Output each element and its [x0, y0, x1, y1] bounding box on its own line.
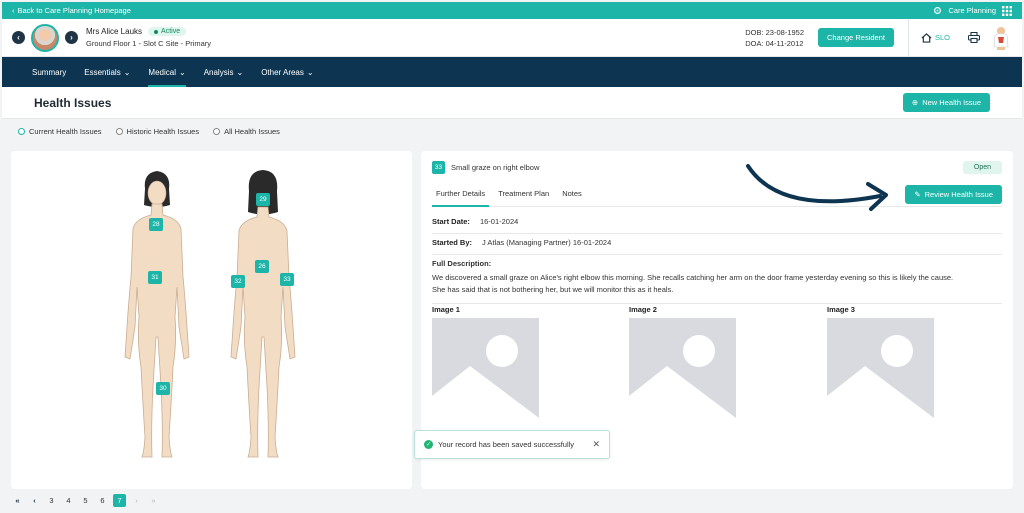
body-marker-31[interactable]: 31 [148, 271, 162, 284]
page-6[interactable]: 6 [96, 494, 109, 507]
last-page-icon[interactable]: » [147, 494, 160, 507]
check-circle-icon: ✓ [424, 440, 433, 449]
change-resident-button[interactable]: Change Resident [818, 28, 894, 47]
app-label: Care Planning [948, 6, 996, 15]
print-icon[interactable] [968, 32, 980, 43]
body-map-panel: 28 31 30 29 26 32 33 [11, 151, 412, 489]
started-by-row: Started By: J Atlas (Managing Partner) 16… [432, 238, 1002, 255]
status-badge: Active [148, 27, 187, 36]
toast-message: Your record has been saved successfully [438, 440, 575, 449]
avatar [31, 23, 59, 52]
chevron-left-icon: ‹ [12, 6, 15, 15]
page-header: Health Issues ⊕ New Health Issue [2, 87, 1022, 119]
nav-analysis[interactable]: Analysis ⌄ [204, 57, 244, 87]
page-5[interactable]: 5 [79, 494, 92, 507]
tab-treatment-plan[interactable]: Treatment Plan [494, 187, 553, 206]
pagination: « ‹ 3 4 5 6 7 › » [11, 494, 160, 507]
main-nav: Summary Essentials ⌄ Medical ⌄ Analysis ⌄ O… [2, 57, 1022, 87]
first-page-icon[interactable]: « [11, 494, 24, 507]
body-marker-30[interactable]: 30 [156, 382, 170, 395]
page-title: Health Issues [34, 95, 112, 110]
chevron-down-icon: ⌄ [306, 67, 314, 77]
body-marker-26[interactable]: 26 [255, 260, 269, 273]
nav-summary[interactable]: Summary [32, 57, 66, 87]
divider [907, 18, 909, 57]
resident-header: ‹ › Mrs Alice Lauks Active Ground Floor … [2, 18, 1022, 57]
image-placeholder-icon[interactable] [827, 318, 934, 425]
prev-page-icon[interactable]: ‹ [28, 494, 41, 507]
prev-resident-button[interactable]: ‹ [12, 31, 25, 44]
resident-name: Mrs Alice Lauks [86, 27, 143, 36]
chevron-down-icon: ⌄ [178, 67, 186, 77]
start-date-row: Start Date: 16-01-2024 [432, 217, 1002, 234]
page-3[interactable]: 3 [45, 494, 58, 507]
grid-menu-icon[interactable] [1002, 5, 1012, 16]
page-4[interactable]: 4 [62, 494, 75, 507]
success-toast: ✓ Your record has been saved successfull… [414, 430, 610, 459]
image-placeholder-icon[interactable] [629, 318, 736, 425]
page-7[interactable]: 7 [113, 494, 126, 507]
filter-radios: Current Health Issues Historic Health Is… [18, 127, 280, 136]
next-page-icon[interactable]: › [130, 494, 143, 507]
image-placeholder-icon[interactable] [432, 318, 539, 425]
new-health-issue-button[interactable]: ⊕ New Health Issue [902, 93, 990, 112]
status-badge: Open [962, 161, 1002, 174]
resident-location: Ground Floor 1 - Slot C Site - Primary [86, 39, 212, 48]
review-health-issue-button[interactable]: ✎ Review Health Issue [905, 185, 1002, 204]
body-marker-32[interactable]: 32 [231, 275, 245, 288]
image-1-label: Image 1 [432, 305, 460, 314]
next-resident-button[interactable]: › [65, 31, 78, 44]
radio-current[interactable]: Current Health Issues [18, 127, 102, 136]
start-date-value: 16-01-2024 [479, 217, 519, 226]
slo-link[interactable]: SLO [921, 32, 950, 43]
radio-historic[interactable]: Historic Health Issues [115, 127, 199, 136]
nav-other-areas[interactable]: Other Areas ⌄ [261, 57, 313, 87]
doa-text: DOA: 04-11-2012 [745, 38, 804, 48]
issue-number-badge: 33 [432, 161, 445, 174]
image-3-label: Image 3 [827, 305, 855, 314]
chevron-down-icon: ⌄ [236, 67, 244, 77]
pencil-icon: ✎ [914, 190, 921, 199]
started-by-value: J Atlas (Managing Partner) 16-01-2024 [482, 238, 612, 247]
image-2-label: Image 2 [629, 305, 657, 314]
issue-title: Small graze on right elbow [451, 163, 540, 172]
carer-illustration-icon [993, 26, 1009, 50]
body-marker-29[interactable]: 29 [256, 193, 270, 206]
nav-medical[interactable]: Medical ⌄ [148, 57, 186, 87]
radio-all[interactable]: All Health Issues [213, 127, 280, 136]
body-front-figure [124, 171, 190, 458]
close-icon[interactable]: ✕ [592, 439, 600, 450]
tab-notes[interactable]: Notes [558, 187, 586, 206]
home-icon [921, 32, 932, 43]
back-link[interactable]: ‹ Back to Care Planning Homepage [12, 6, 131, 15]
body-back-figure [230, 170, 296, 458]
tab-further-details[interactable]: Further Details [432, 187, 490, 207]
top-bar: ‹ Back to Care Planning Homepage Care Pl… [2, 2, 1022, 19]
body-marker-28[interactable]: 28 [149, 218, 163, 231]
gear-icon[interactable] [933, 6, 942, 15]
dob-text: DOB: 23-08-1952 [745, 27, 805, 37]
annotation-arrow-icon [746, 164, 888, 211]
plus-circle-icon: ⊕ [911, 98, 919, 107]
nav-essentials[interactable]: Essentials ⌄ [84, 57, 130, 87]
chevron-down-icon: ⌄ [123, 67, 131, 77]
body-marker-33[interactable]: 33 [280, 273, 294, 286]
full-description: Full Description: We discovered a small … [432, 258, 1002, 304]
back-link-label: Back to Care Planning Homepage [17, 6, 131, 15]
